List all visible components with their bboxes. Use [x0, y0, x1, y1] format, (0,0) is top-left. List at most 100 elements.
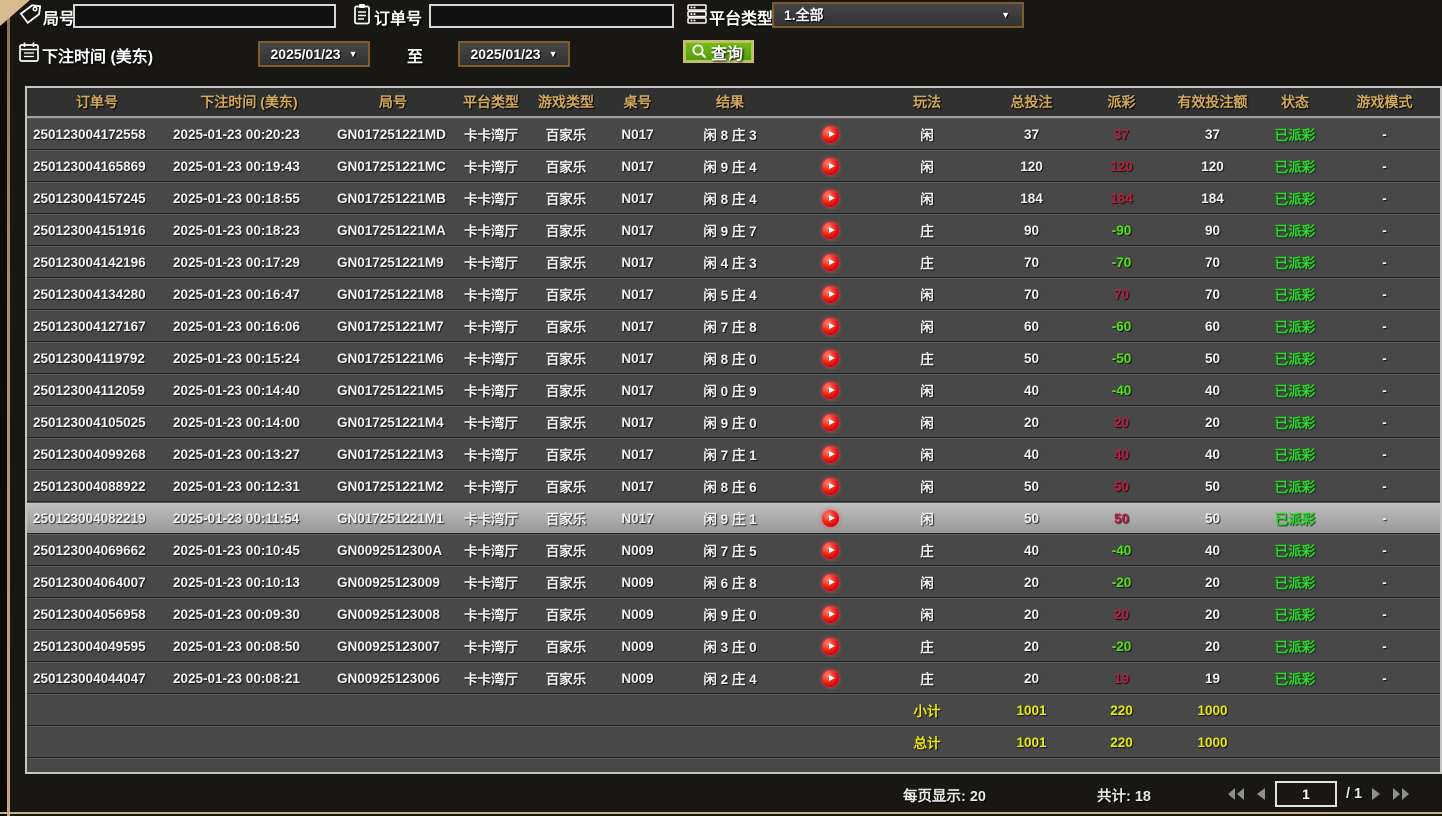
order-number-input[interactable]	[429, 4, 674, 28]
game-mode-cell: -	[1329, 278, 1440, 310]
play-type-cell: 庄	[870, 342, 984, 374]
replay-play-icon[interactable]	[822, 158, 839, 175]
game-type-cell: 百家乐	[527, 182, 605, 214]
table-row[interactable]: 2501230040440472025-01-23 00:08:21GN0092…	[27, 662, 1440, 694]
replay-cell	[790, 214, 870, 246]
table-number-cell: N009	[605, 566, 670, 598]
previous-page-button[interactable]	[1255, 787, 1266, 801]
table-number-cell: N017	[605, 214, 670, 246]
game-mode-cell: -	[1329, 406, 1440, 438]
game-type-cell: 百家乐	[527, 310, 605, 342]
summary-spacer	[1261, 726, 1440, 758]
platform-cell: 卡卡湾厅	[455, 662, 527, 694]
table-row[interactable]: 2501230040640072025-01-23 00:10:13GN0092…	[27, 566, 1440, 598]
query-button[interactable]: 查询	[683, 40, 754, 63]
replay-play-icon[interactable]	[822, 350, 839, 367]
valid-bet-cell: 50	[1164, 502, 1261, 534]
result-cell: 闲 8 庄 0	[670, 342, 790, 374]
next-page-button[interactable]	[1371, 787, 1382, 801]
status-cell: 已派彩	[1261, 598, 1329, 630]
bet-time-cell: 2025-01-23 00:13:27	[167, 438, 331, 470]
table-row[interactable]: 2501230041725582025-01-23 00:20:23GN0172…	[27, 118, 1440, 150]
search-icon	[691, 43, 708, 60]
table-row[interactable]: 2501230041342802025-01-23 00:16:47GN0172…	[27, 278, 1440, 310]
replay-play-icon[interactable]	[822, 222, 839, 239]
platform-type-select[interactable]: 1.全部 ▼	[772, 2, 1024, 28]
payout-cell: -20	[1079, 630, 1164, 662]
bet-time-cell: 2025-01-23 00:16:06	[167, 310, 331, 342]
table-row[interactable]: 2501230041572452025-01-23 00:18:55GN0172…	[27, 182, 1440, 214]
result-cell: 闲 9 庄 7	[670, 214, 790, 246]
replay-play-icon[interactable]	[822, 286, 839, 303]
game-mode-cell: -	[1329, 566, 1440, 598]
date-to-picker[interactable]: 2025/01/23 ▼	[458, 41, 570, 67]
result-cell: 闲 8 庄 6	[670, 470, 790, 502]
table-row[interactable]: 2501230040495952025-01-23 00:08:50GN0092…	[27, 630, 1440, 662]
game-mode-cell: -	[1329, 502, 1440, 534]
summary-total-bet: 1001	[984, 694, 1079, 726]
date-from-picker[interactable]: 2025/01/23 ▼	[258, 41, 370, 67]
replay-play-icon[interactable]	[822, 382, 839, 399]
page-number-input[interactable]	[1275, 781, 1337, 807]
replay-play-icon[interactable]	[822, 574, 839, 591]
game-mode-cell: -	[1329, 310, 1440, 342]
round-number-cell: GN017251221M1	[331, 502, 455, 534]
replay-play-icon[interactable]	[822, 670, 839, 687]
replay-play-icon[interactable]	[822, 542, 839, 559]
play-type-cell: 闲	[870, 278, 984, 310]
table-row[interactable]: 2501230040569582025-01-23 00:09:30GN0092…	[27, 598, 1440, 630]
replay-play-icon[interactable]	[822, 318, 839, 335]
replay-play-icon[interactable]	[822, 446, 839, 463]
last-page-button[interactable]	[1391, 787, 1411, 801]
platform-cell: 卡卡湾厅	[455, 342, 527, 374]
table-row[interactable]: 2501230041050252025-01-23 00:14:00GN0172…	[27, 406, 1440, 438]
payout-cell: -50	[1079, 342, 1164, 374]
status-cell: 已派彩	[1261, 278, 1329, 310]
table-row[interactable]: 2501230041658692025-01-23 00:19:43GN0172…	[27, 150, 1440, 182]
table-row[interactable]: 2501230041519162025-01-23 00:18:23GN0172…	[27, 214, 1440, 246]
replay-play-icon[interactable]	[822, 126, 839, 143]
replay-play-icon[interactable]	[822, 478, 839, 495]
round-number-cell: GN017251221MC	[331, 150, 455, 182]
table-row[interactable]: 2501230041197922025-01-23 00:15:24GN0172…	[27, 342, 1440, 374]
replay-cell	[790, 182, 870, 214]
pagination: / 1	[1226, 781, 1411, 807]
table-row[interactable]: 2501230040889222025-01-23 00:12:31GN0172…	[27, 470, 1440, 502]
platform-cell: 卡卡湾厅	[455, 470, 527, 502]
play-type-cell: 闲	[870, 406, 984, 438]
column-header: 总投注	[984, 88, 1079, 118]
replay-play-icon[interactable]	[822, 254, 839, 271]
replay-play-icon[interactable]	[822, 190, 839, 207]
payout-cell: 184	[1079, 182, 1164, 214]
round-number-cell: GN017251221M6	[331, 342, 455, 374]
table-row[interactable]: 2501230041421962025-01-23 00:17:29GN0172…	[27, 246, 1440, 278]
column-header: 有效投注额	[1164, 88, 1261, 118]
table-row[interactable]: 2501230040992682025-01-23 00:13:27GN0172…	[27, 438, 1440, 470]
valid-bet-cell: 40	[1164, 438, 1261, 470]
round-number-input[interactable]	[73, 4, 336, 28]
table-row[interactable]: 2501230040822192025-01-23 00:11:54GN0172…	[27, 502, 1440, 534]
bet-time-cell: 2025-01-23 00:09:30	[167, 598, 331, 630]
chevron-down-icon: ▼	[1001, 10, 1010, 20]
replay-play-icon[interactable]	[822, 638, 839, 655]
table-row[interactable]: 2501230040696622025-01-23 00:10:45GN0092…	[27, 534, 1440, 566]
table-row[interactable]: 2501230041271672025-01-23 00:16:06GN0172…	[27, 310, 1440, 342]
payout-cell: 20	[1079, 598, 1164, 630]
first-page-button[interactable]	[1226, 787, 1246, 801]
table-number-cell: N017	[605, 342, 670, 374]
payout-cell: 20	[1079, 406, 1164, 438]
table-row[interactable]: 2501230041120592025-01-23 00:14:40GN0172…	[27, 374, 1440, 406]
platform-cell: 卡卡湾厅	[455, 406, 527, 438]
status-cell: 已派彩	[1261, 310, 1329, 342]
order-number-cell: 250123004056958	[27, 598, 167, 630]
column-header: 玩法	[870, 88, 984, 118]
replay-play-icon[interactable]	[822, 510, 839, 527]
bet-time-cell: 2025-01-23 00:20:23	[167, 118, 331, 150]
total-bet-cell: 40	[984, 438, 1079, 470]
game-type-cell: 百家乐	[527, 214, 605, 246]
replay-play-icon[interactable]	[822, 414, 839, 431]
replay-play-icon[interactable]	[822, 606, 839, 623]
valid-bet-cell: 40	[1164, 374, 1261, 406]
table-number-cell: N017	[605, 310, 670, 342]
valid-bet-cell: 20	[1164, 630, 1261, 662]
